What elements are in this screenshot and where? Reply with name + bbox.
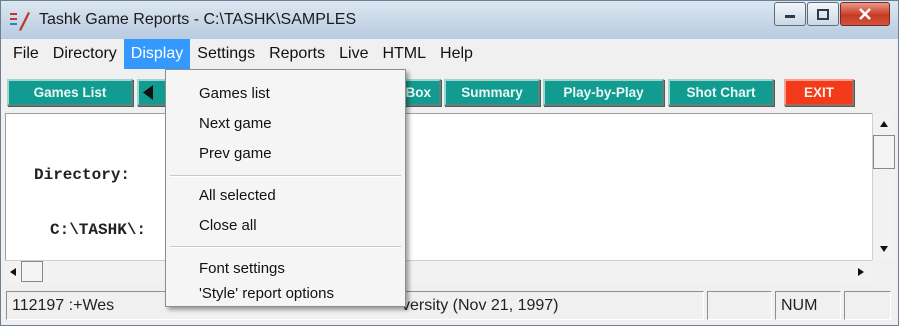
app-window: Tashk Game Reports - C:\TASHK\SAMPLES Fi… [0,0,899,326]
menu-html[interactable]: HTML [375,39,433,69]
title-bar: Tashk Game Reports - C:\TASHK\SAMPLES [1,1,898,39]
horizontal-scroll-thumb[interactable] [21,261,43,282]
vertical-scroll-thumb[interactable] [873,135,895,169]
directory-path: C:\TASHK\: [50,221,147,239]
menu-separator [170,175,401,177]
status-pane-empty [707,291,772,320]
menu-settings[interactable]: Settings [190,39,262,69]
menu-item-games-list[interactable]: Games list [199,85,270,102]
menu-item-style-report-options[interactable]: 'Style' report options [199,285,334,302]
menu-separator [170,246,401,248]
summary-button[interactable]: Summary [444,79,540,106]
report-view[interactable]: Directory: C:\TASHK\: [5,113,873,260]
display-menu-dropdown: Games list Next game Prev game All selec… [165,69,406,307]
games-list-button[interactable]: Games List [7,79,133,106]
menu-item-font-settings[interactable]: Font settings [199,260,285,277]
play-by-play-button[interactable]: Play-by-Play [543,79,664,106]
scroll-down-button[interactable] [873,238,895,260]
menu-item-all-selected[interactable]: All selected [199,187,276,204]
toolbar: Games List Box Summary Play-by-Play Shot… [1,69,898,113]
horizontal-scrollbar[interactable] [5,260,872,282]
arrow-right-small-icon [858,268,864,276]
menu-directory[interactable]: Directory [46,39,124,69]
scrollbar-corner [872,260,894,282]
arrow-up-icon [880,121,888,127]
vertical-scrollbar[interactable] [872,113,895,260]
status-bar: 112197 :+Wes versity (Nov 21, 1997) NUM [1,284,898,325]
menu-item-prev-game[interactable]: Prev game [199,145,272,162]
close-window-button[interactable] [840,2,890,26]
window-title: Tashk Game Reports - C:\TASHK\SAMPLES [39,11,357,28]
status-pane-last [844,291,891,320]
scroll-left-button[interactable] [5,261,21,283]
scroll-up-button[interactable] [873,113,895,135]
minimize-button[interactable] [774,2,806,26]
status-num: NUM [775,291,841,320]
shot-chart-button[interactable]: Shot Chart [668,79,774,106]
menu-item-close-all[interactable]: Close all [199,217,257,234]
maximize-icon [817,8,829,20]
menu-file[interactable]: File [6,39,46,69]
exit-button[interactable]: EXIT [784,79,854,106]
directory-label: Directory: [34,166,131,184]
arrow-down-icon [880,246,888,252]
status-game-right: versity (Nov 21, 1997) [402,297,559,314]
maximize-button[interactable] [807,2,839,26]
status-game-left: 112197 :+Wes [12,297,115,314]
menu-display[interactable]: Display [123,39,191,69]
menu-bar: File Directory Display Settings Reports … [1,39,898,69]
minimize-icon [785,15,795,18]
menu-item-next-game[interactable]: Next game [199,115,272,132]
close-icon [859,8,871,20]
app-icon [10,12,30,31]
menu-live[interactable]: Live [332,39,375,69]
menu-help[interactable]: Help [433,39,480,69]
arrow-left-small-icon [10,268,16,276]
scroll-right-button[interactable] [850,261,872,283]
menu-reports[interactable]: Reports [262,39,332,69]
